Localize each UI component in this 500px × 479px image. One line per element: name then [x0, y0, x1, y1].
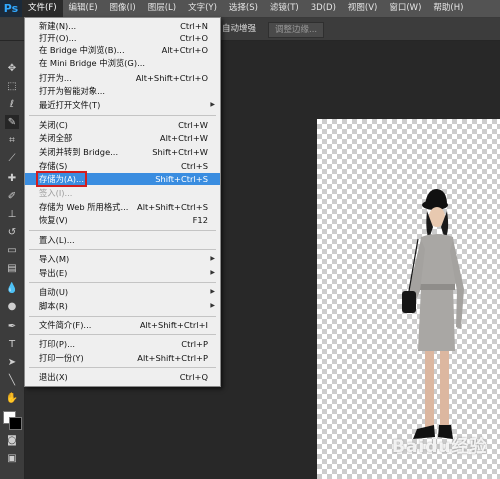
menu-item-open[interactable]: 打开(O)... Ctrl+O — [25, 32, 220, 44]
eraser-tool-icon[interactable]: ▭ — [5, 243, 19, 257]
menu-item-browse-mini-bridge[interactable]: 在 Mini Bridge 中浏览(G)... — [25, 57, 220, 69]
menu-item-recent-files[interactable]: 最近打开文件(T) ▶ — [25, 99, 220, 111]
shape-tool-icon[interactable]: ╲ — [5, 373, 19, 387]
photoshop-logo: Ps — [0, 0, 22, 17]
menu-separator — [29, 249, 216, 250]
menu-item-open-smart-object[interactable]: 打开为智能对象... — [25, 85, 220, 97]
menu-separator — [29, 367, 216, 368]
submenu-arrow-icon: ▶ — [210, 101, 215, 108]
menu-image[interactable]: 图像(I) — [104, 0, 142, 17]
menu-file[interactable]: 文件(F) — [22, 0, 63, 17]
menu-item-browse-bridge[interactable]: 在 Bridge 中浏览(B)... Alt+Ctrl+O — [25, 44, 220, 56]
document-canvas[interactable] — [317, 119, 500, 479]
eyedropper-tool-icon[interactable]: ⟋ — [5, 151, 19, 165]
pen-tool-icon[interactable]: ✒ — [5, 319, 19, 333]
menu-separator — [29, 334, 216, 335]
menu-item-print-one-copy[interactable]: 打印一份(Y) Alt+Shift+Ctrl+P — [25, 352, 220, 364]
menu-separator — [29, 316, 216, 317]
quick-mask-icon[interactable]: ◙ — [5, 433, 19, 447]
menu-item-exit[interactable]: 退出(X) Ctrl+Q — [25, 371, 220, 383]
menu-item-save-as[interactable]: 存储为(A)... Shift+Ctrl+S — [25, 171, 220, 187]
watermark-text: Baidu经验 — [392, 437, 488, 457]
background-color-swatch[interactable] — [9, 417, 22, 430]
submenu-arrow-icon: ▶ — [210, 288, 215, 295]
menu-select[interactable]: 选择(S) — [223, 0, 264, 17]
menu-view[interactable]: 视图(V) — [342, 0, 383, 17]
menu-item-place[interactable]: 置入(L)... — [25, 234, 220, 246]
auto-enhance-checkbox[interactable]: 自动增强 — [222, 22, 256, 36]
woman-figure-image — [402, 189, 464, 439]
menu-item-check-in: 签入(I)... — [39, 188, 73, 198]
history-brush-icon[interactable]: ↺ — [5, 225, 19, 239]
move-tool-icon[interactable]: ✥ — [5, 61, 19, 75]
quick-selection-tool-icon[interactable]: ✎ — [5, 115, 19, 129]
menu-item-close-all[interactable]: 关闭全部 Alt+Ctrl+W — [25, 132, 220, 144]
menu-separator — [29, 282, 216, 283]
type-tool-icon[interactable]: T — [5, 337, 19, 351]
menu-3d[interactable]: 3D(D) — [305, 0, 342, 17]
menu-separator — [29, 230, 216, 231]
file-menu-dropdown: 新建(N)... Ctrl+N 打开(O)... Ctrl+O 在 Bridge 中… — [24, 17, 221, 387]
tools-panel: ✥ ⬚ ℓ ✎ ⌗ ⟋ ✚ ✐ ⊥ ↺ ▭ ▤ 💧 ● ✒ T ➤ ╲ ✋ ◙ … — [0, 41, 25, 479]
menu-separator — [29, 115, 216, 116]
menu-item-revert[interactable]: 恢复(V) F12 — [25, 214, 220, 226]
menu-filter[interactable]: 滤镜(T) — [264, 0, 305, 17]
menu-type[interactable]: 文字(Y) — [182, 0, 223, 17]
menu-window[interactable]: 窗口(W) — [383, 0, 427, 17]
submenu-arrow-icon: ▶ — [210, 302, 215, 309]
path-selection-icon[interactable]: ➤ — [5, 355, 19, 369]
menu-item-close[interactable]: 关闭(C) Ctrl+W — [25, 119, 220, 131]
menu-edit[interactable]: 编辑(E) — [63, 0, 104, 17]
menu-help[interactable]: 帮助(H) — [427, 0, 469, 17]
menu-item-export[interactable]: 导出(E) ▶ — [25, 267, 220, 279]
menu-item-save[interactable]: 存储(S) Ctrl+S — [25, 160, 220, 172]
gradient-tool-icon[interactable]: ▤ — [5, 261, 19, 275]
menu-item-open-as[interactable]: 打开为... Alt+Shift+Ctrl+O — [25, 72, 220, 84]
brush-tool-icon[interactable]: ✐ — [5, 189, 19, 203]
menu-item-file-info[interactable]: 文件简介(F)... Alt+Shift+Ctrl+I — [25, 319, 220, 331]
menu-layer[interactable]: 图层(L) — [142, 0, 182, 17]
menu-item-scripts[interactable]: 脚本(R) ▶ — [25, 300, 220, 312]
menu-item-new[interactable]: 新建(N)... Ctrl+N — [25, 20, 220, 32]
crop-tool-icon[interactable]: ⌗ — [5, 133, 19, 147]
submenu-arrow-icon: ▶ — [210, 255, 215, 262]
lasso-tool-icon[interactable]: ℓ — [5, 97, 19, 111]
menu-item-import[interactable]: 导入(M) ▶ — [25, 253, 220, 265]
menu-item-automate[interactable]: 自动(U) ▶ — [25, 286, 220, 298]
menu-item-close-go-bridge[interactable]: 关闭并转到 Bridge... Shift+Ctrl+W — [25, 146, 220, 158]
menu-item-save-for-web[interactable]: 存储为 Web 所用格式... Alt+Shift+Ctrl+S — [25, 201, 220, 213]
menu-item-print[interactable]: 打印(P)... Ctrl+P — [25, 338, 220, 350]
blur-tool-icon[interactable]: 💧 — [5, 281, 19, 295]
marquee-tool-icon[interactable]: ⬚ — [5, 79, 19, 93]
healing-brush-icon[interactable]: ✚ — [5, 171, 19, 185]
screen-mode-icon[interactable]: ▣ — [5, 451, 19, 465]
menu-bar: Ps 文件(F) 编辑(E) 图像(I) 图层(L) 文字(Y) 选择(S) 滤… — [0, 0, 500, 18]
submenu-arrow-icon: ▶ — [210, 269, 215, 276]
dodge-tool-icon[interactable]: ● — [5, 299, 19, 313]
clone-stamp-icon[interactable]: ⊥ — [5, 207, 19, 221]
hand-tool-icon[interactable]: ✋ — [5, 391, 19, 405]
refine-edge-button[interactable]: 调整边缘... — [268, 22, 325, 38]
